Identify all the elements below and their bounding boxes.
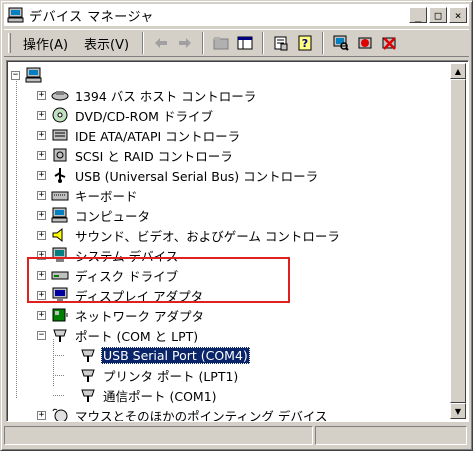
expand-expander[interactable]: + bbox=[37, 410, 46, 420]
scan-hardware-icon[interactable] bbox=[330, 32, 352, 54]
tree-item-label: USB (Universal Serial Bus) コントローラ bbox=[75, 168, 319, 184]
update-driver-icon[interactable] bbox=[354, 32, 376, 54]
menu-toolbar: 操作(A) 表示(V) ? bbox=[4, 29, 469, 57]
tree-category-item[interactable]: + サウンド、ビデオ、およびゲーム コントローラ bbox=[37, 225, 342, 245]
tree-connector-line bbox=[16, 79, 17, 399]
computer-icon bbox=[25, 67, 43, 83]
cdrom-icon bbox=[51, 107, 69, 123]
tree-category-item[interactable]: + マウスとそのほかのポインティング デバイス bbox=[37, 405, 329, 422]
scsi-icon bbox=[51, 147, 69, 163]
tree-category-item[interactable]: + コンピュータ bbox=[37, 205, 152, 225]
device-manager-icon bbox=[7, 7, 25, 23]
toolbar-separator bbox=[262, 32, 265, 54]
network-icon bbox=[51, 307, 69, 323]
tree-category-item[interactable]: + キーボード bbox=[37, 185, 140, 205]
expand-expander[interactable]: + bbox=[37, 210, 46, 220]
tree-item-label: キーボード bbox=[75, 188, 138, 204]
tree-item-label: ネットワーク アダプタ bbox=[75, 308, 204, 324]
scroll-down-button[interactable]: ▼ bbox=[450, 403, 466, 419]
expand-expander[interactable]: + bbox=[37, 130, 46, 140]
keyboard-icon bbox=[51, 187, 69, 203]
expand-expander[interactable]: + bbox=[37, 230, 46, 240]
expand-expander[interactable]: + bbox=[37, 190, 46, 200]
port-icon bbox=[79, 387, 97, 403]
tree-category-item[interactable]: + SCSI と RAID コントローラ bbox=[37, 145, 235, 165]
computer-icon bbox=[51, 207, 69, 223]
tree-item-label: IDE ATA/ATAPI コントローラ bbox=[75, 128, 241, 144]
help-icon[interactable]: ? bbox=[294, 32, 316, 54]
tree-child-item[interactable]: プリンタ ポート (LPT1) bbox=[65, 365, 240, 385]
collapse-expander[interactable]: − bbox=[37, 330, 46, 340]
menu-view[interactable]: 表示(V) bbox=[76, 31, 137, 56]
port-icon bbox=[79, 367, 97, 383]
expand-expander[interactable]: + bbox=[37, 310, 46, 320]
title-bar[interactable]: デバイス マネージャ _ □ × bbox=[4, 4, 469, 26]
tree-item-label: プリンタ ポート (LPT1) bbox=[103, 368, 239, 384]
up-folder-icon[interactable] bbox=[210, 32, 232, 54]
scroll-thumb[interactable] bbox=[450, 79, 466, 403]
tree-category-item[interactable]: + DVD/CD-ROM ドライブ bbox=[37, 105, 215, 125]
tree-category-item[interactable]: + USB (Universal Serial Bus) コントローラ bbox=[37, 165, 320, 185]
tree-item-label: サウンド、ビデオ、およびゲーム コントローラ bbox=[75, 228, 340, 244]
toolbar-separator bbox=[322, 32, 325, 54]
expand-expander[interactable]: + bbox=[37, 150, 46, 160]
tree-child-item[interactable]: 通信ポート (COM1) bbox=[65, 385, 219, 405]
sound-icon bbox=[51, 227, 69, 243]
expand-expander[interactable]: + bbox=[37, 170, 46, 180]
forward-arrow-icon[interactable] bbox=[174, 32, 196, 54]
tree-connector-line bbox=[53, 395, 65, 396]
bus-icon bbox=[51, 87, 69, 103]
tree-item-label: ポート (COM と LPT) bbox=[75, 328, 199, 344]
tree-item-label: SCSI と RAID コントローラ bbox=[75, 148, 233, 164]
minimize-button[interactable]: _ bbox=[409, 7, 427, 23]
status-bar bbox=[4, 426, 469, 447]
usb-icon bbox=[51, 167, 69, 183]
tree-item-label: USB Serial Port (COM4) bbox=[101, 346, 250, 364]
svg-text:?: ? bbox=[302, 37, 308, 50]
tree-item-label: マウスとそのほかのポインティング デバイス bbox=[75, 408, 328, 422]
menu-action[interactable]: 操作(A) bbox=[15, 31, 76, 56]
tree-connector-line bbox=[53, 339, 54, 387]
toolbar-separator bbox=[142, 32, 145, 54]
window-title: デバイス マネージャ bbox=[29, 9, 154, 25]
mouse-icon bbox=[51, 407, 69, 421]
uninstall-icon[interactable] bbox=[378, 32, 400, 54]
expand-expander[interactable]: + bbox=[37, 110, 46, 120]
expand-expander[interactable]: + bbox=[37, 90, 46, 100]
toolbar-separator bbox=[202, 32, 205, 54]
ide-icon bbox=[51, 127, 69, 143]
scroll-up-button[interactable]: ▲ bbox=[450, 63, 466, 79]
toolbar-grip[interactable] bbox=[8, 33, 11, 53]
tree-item-label: コンピュータ bbox=[75, 208, 151, 224]
tree-connector-line bbox=[53, 375, 65, 376]
tree-child-item[interactable]: USB Serial Port (COM4) bbox=[65, 345, 250, 365]
tree-category-item[interactable]: +1394 バス ホスト コントローラ bbox=[37, 85, 258, 105]
device-tree[interactable]: − +1394 バス ホスト コントローラ + DVD/CD-ROM ドライブ + IDE… bbox=[6, 60, 469, 422]
tree-category-item[interactable]: + IDE ATA/ATAPI コントローラ bbox=[37, 125, 242, 145]
properties-icon[interactable] bbox=[270, 32, 292, 54]
tree-category-item[interactable]: − ポート (COM と LPT) bbox=[37, 325, 200, 345]
tree-connector-line bbox=[53, 355, 65, 356]
port-icon bbox=[79, 347, 97, 363]
highlight-annotation bbox=[27, 257, 290, 303]
maximize-button[interactable]: □ bbox=[429, 7, 447, 23]
tree-item-label: 通信ポート (COM1) bbox=[103, 388, 217, 404]
show-hide-tree-icon[interactable] bbox=[234, 32, 256, 54]
tree-item-label: 1394 バス ホスト コントローラ bbox=[75, 88, 257, 104]
status-panel-main bbox=[4, 426, 313, 445]
tree-item-label: DVD/CD-ROM ドライブ bbox=[75, 108, 213, 124]
close-button[interactable]: × bbox=[449, 7, 467, 23]
back-arrow-icon[interactable] bbox=[150, 32, 172, 54]
status-panel-secondary bbox=[314, 426, 467, 445]
tree-category-item[interactable]: + ネットワーク アダプタ bbox=[37, 305, 206, 325]
device-manager-window: デバイス マネージャ _ □ × 操作(A) 表示(V) ? − + 1394 … bbox=[0, 0, 473, 451]
vertical-scrollbar[interactable]: ▲ ▼ bbox=[450, 63, 466, 419]
